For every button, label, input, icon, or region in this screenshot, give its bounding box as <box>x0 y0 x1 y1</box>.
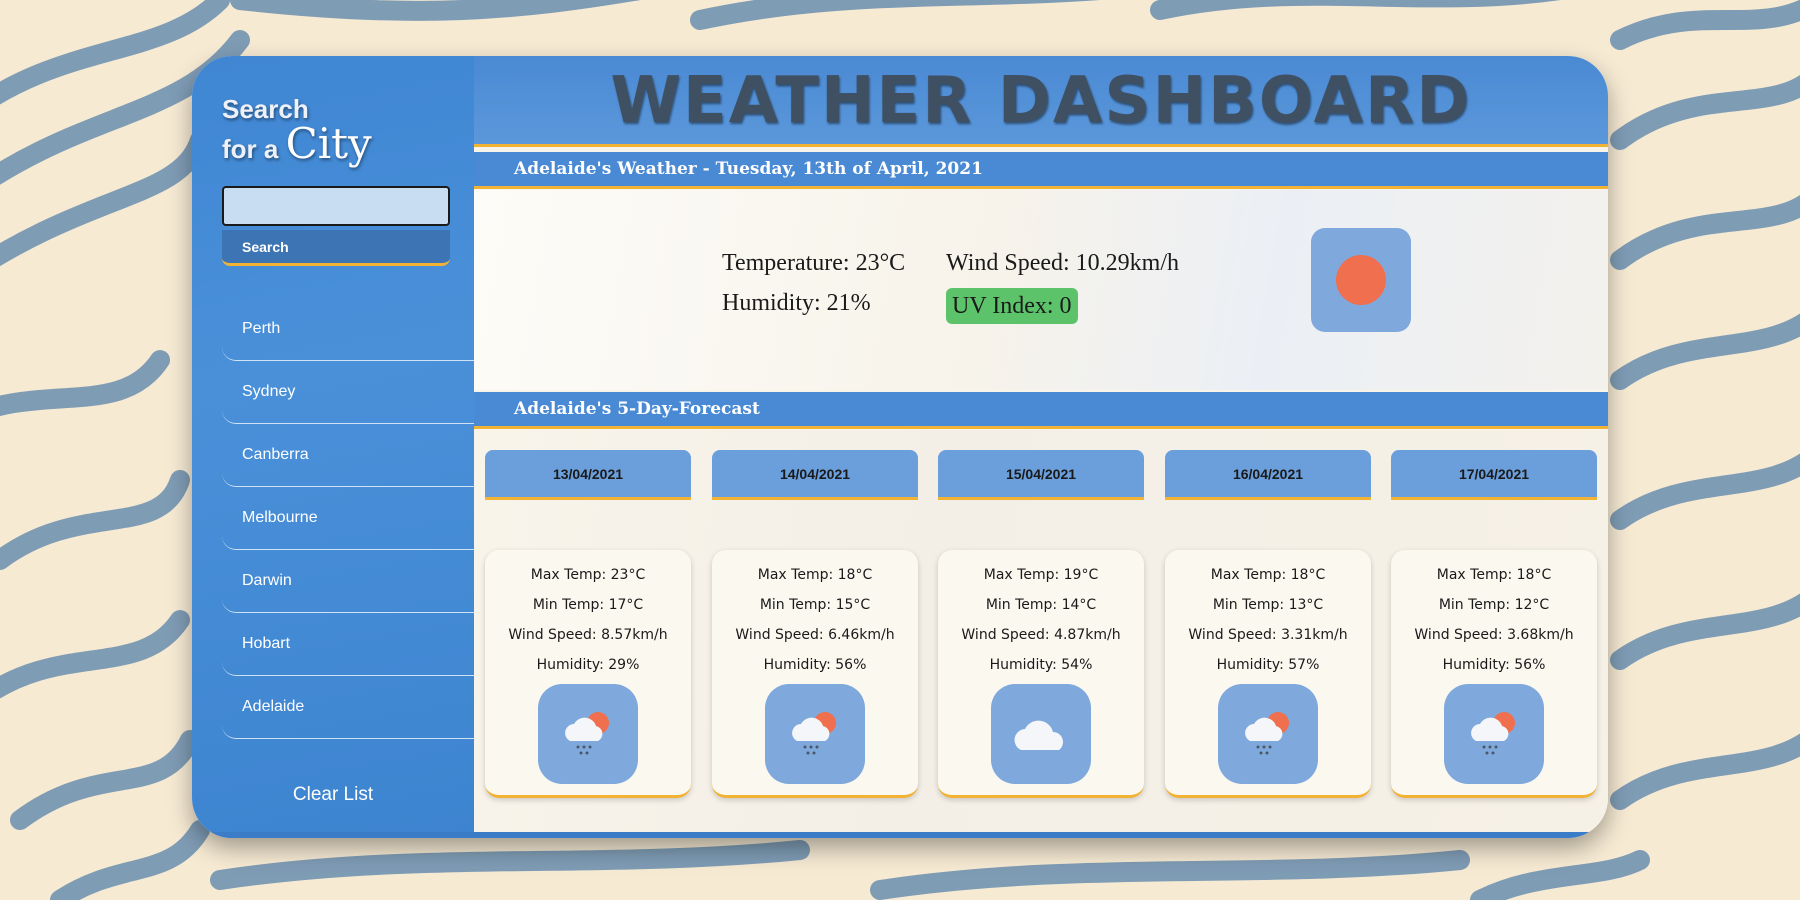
current-weather-icon-box <box>1311 228 1411 332</box>
history-item-canberra[interactable]: Canberra <box>222 424 474 487</box>
forecast-wind-speed: Wind Speed: 4.87km/h <box>961 627 1121 643</box>
forecast-heading-divider <box>474 426 1608 429</box>
forecast-max-temp: Max Temp: 18°C <box>1210 567 1326 583</box>
history-item-perth[interactable]: Perth <box>222 298 474 361</box>
header: WEATHER DASHBOARD <box>474 56 1608 144</box>
history-item-adelaide[interactable]: Adelaide <box>222 676 474 739</box>
forecast-heading: Adelaide's 5-Day-Forecast <box>474 392 1608 426</box>
weather-dashboard-window: Search for a City Search Perth Sydney Ca… <box>192 56 1608 838</box>
forecast-min-temp: Min Temp: 12°C <box>1438 597 1550 613</box>
forecast-humidity: Humidity: 57% <box>1216 657 1320 673</box>
search-title-prefix: for a <box>222 134 279 164</box>
search-button[interactable]: Search <box>222 230 450 266</box>
rain-sun-cloud-icon <box>792 712 836 755</box>
forecast-card-1: Max Temp: 23°C Min Temp: 17°C Wind Speed… <box>485 550 691 798</box>
forecast-max-temp: Max Temp: 18°C <box>1436 567 1552 583</box>
forecast-date-1: 13/04/2021 <box>485 450 691 500</box>
search-title: Search for a City <box>222 94 452 169</box>
forecast-min-temp: Min Temp: 17°C <box>532 597 644 613</box>
forecast-icon-box <box>1218 684 1318 784</box>
current-weather-heading: Adelaide's Weather - Tuesday, 13th of Ap… <box>474 152 1608 186</box>
forecast-min-temp: Min Temp: 13°C <box>1212 597 1324 613</box>
history-item-melbourne[interactable]: Melbourne <box>222 487 474 550</box>
forecast-card-4: Max Temp: 18°C Min Temp: 13°C Wind Speed… <box>1165 550 1371 798</box>
forecast-max-temp: Max Temp: 18°C <box>757 567 873 583</box>
history-item-sydney[interactable]: Sydney <box>222 361 474 424</box>
forecast-wind-speed: Wind Speed: 3.68km/h <box>1414 627 1574 643</box>
rain-sun-cloud-icon <box>1245 712 1289 755</box>
forecast-card-3: Max Temp: 19°C Min Temp: 14°C Wind Speed… <box>938 550 1144 798</box>
forecast-humidity: Humidity: 56% <box>1442 657 1546 673</box>
clear-list-button[interactable]: Clear List <box>192 784 474 806</box>
search-history-list: Perth Sydney Canberra Melbourne Darwin H… <box>222 298 474 739</box>
forecast-wind-speed: Wind Speed: 8.57km/h <box>508 627 668 643</box>
forecast-date-3: 15/04/2021 <box>938 450 1144 500</box>
forecast-humidity: Humidity: 29% <box>536 657 640 673</box>
forecast-min-temp: Min Temp: 14°C <box>985 597 1097 613</box>
sun-icon <box>1336 255 1386 305</box>
forecast-wind-speed: Wind Speed: 6.46km/h <box>735 627 895 643</box>
forecast-date-2: 14/04/2021 <box>712 450 918 500</box>
rain-sun-cloud-icon <box>565 712 609 755</box>
uv-index-badge: UV Index: 0 <box>946 288 1078 324</box>
current-temperature: Temperature: 23°C <box>722 250 906 276</box>
forecast-date-5: 17/04/2021 <box>1391 450 1597 500</box>
history-item-darwin[interactable]: Darwin <box>222 550 474 613</box>
forecast-icon-box <box>991 684 1091 784</box>
forecast-max-temp: Max Temp: 19°C <box>983 567 1099 583</box>
dashboard-title: WEATHER DASHBOARD <box>610 64 1472 138</box>
forecast-icon-box <box>538 684 638 784</box>
forecast-humidity: Humidity: 54% <box>989 657 1093 673</box>
forecast-min-temp: Min Temp: 15°C <box>759 597 871 613</box>
sidebar: Search for a City Search Perth Sydney Ca… <box>192 56 474 838</box>
header-divider <box>474 144 1608 147</box>
rain-sun-cloud-icon <box>1471 712 1515 755</box>
current-heading-divider <box>474 186 1608 189</box>
forecast-date-4: 16/04/2021 <box>1165 450 1371 500</box>
history-item-hobart[interactable]: Hobart <box>222 613 474 676</box>
search-title-line2: for a City <box>222 123 452 169</box>
forecast-humidity: Humidity: 56% <box>763 657 867 673</box>
search-title-city: City <box>285 119 372 168</box>
forecast-wind-speed: Wind Speed: 3.31km/h <box>1188 627 1348 643</box>
current-humidity: Humidity: 21% <box>722 290 871 316</box>
forecast-card-2: Max Temp: 18°C Min Temp: 15°C Wind Speed… <box>712 550 918 798</box>
forecast-icon-box <box>765 684 865 784</box>
current-wind-speed: Wind Speed: 10.29km/h <box>946 250 1180 276</box>
forecast-card-5: Max Temp: 18°C Min Temp: 12°C Wind Speed… <box>1391 550 1597 798</box>
city-search-input[interactable] <box>222 186 450 226</box>
forecast-icon-box <box>1444 684 1544 784</box>
forecast-max-temp: Max Temp: 23°C <box>530 567 646 583</box>
cloud-icon <box>1014 720 1063 750</box>
